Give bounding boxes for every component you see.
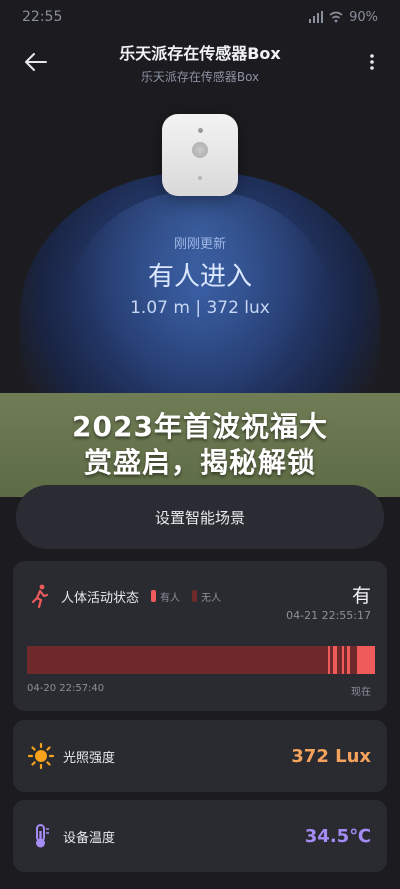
walking-person-icon (31, 584, 49, 609)
signal-icon (309, 11, 324, 23)
sensor-device-image (162, 114, 238, 196)
distance-lux-readout: 1.07 m | 372 lux (130, 298, 270, 318)
light-row: 光照强度 372 Lux (27, 720, 371, 792)
activity-timestamp: 04-21 22:55:17 (286, 609, 371, 622)
timeline-segment (333, 646, 337, 674)
battery-level: 90% (349, 9, 378, 25)
activity-timeline[interactable] (27, 646, 375, 674)
temperature-label: 设备温度 (63, 830, 116, 846)
device-led (198, 176, 202, 180)
legend-absent-swatch (192, 590, 198, 602)
thermometer-icon (36, 824, 49, 848)
banner-line-2: 赏盛启，揭秘解锁 (83, 446, 316, 479)
temperature-value: 34.5℃ (304, 825, 371, 847)
timeline-segment (342, 646, 344, 674)
page-subtitle: 乐天派存在传感器Box (140, 70, 260, 84)
sun-icon (27, 742, 55, 770)
sensor-hero: 刚刚更新 有人进入 1.07 m | 372 lux (0, 90, 400, 395)
light-value: 372 Lux (291, 745, 371, 767)
legend-absent-label: 无人 (201, 592, 222, 604)
smart-scene-button[interactable]: 设置智能场景 (16, 485, 384, 549)
wifi-icon (329, 11, 343, 23)
promo-banner[interactable]: 2023年首波祝福大 赏盛启，揭秘解锁 (0, 393, 400, 497)
timeline-end: 现在 (351, 687, 371, 698)
legend-present: 有人 (151, 589, 180, 604)
page-title: 乐天派存在传感器Box (119, 44, 281, 63)
timeline-segment (357, 646, 375, 674)
light-card[interactable]: 光照强度 372 Lux (13, 720, 387, 792)
app-header: 乐天派存在传感器Box 乐天派存在传感器Box (0, 34, 400, 90)
header-titles: 乐天派存在传感器Box 乐天派存在传感器Box (0, 40, 400, 85)
temperature-card[interactable]: 设备温度 34.5℃ (13, 800, 387, 872)
status-bar: 22:55 90% (0, 0, 400, 34)
activity-card[interactable]: 人体活动状态 有人 无人 有 04-21 22:55:17 04-20 22:5… (13, 561, 387, 711)
more-options-button[interactable] (362, 48, 382, 76)
smart-scene-label: 设置智能场景 (154, 508, 245, 527)
status-icons: 90% (309, 10, 378, 25)
legend-absent: 无人 (192, 589, 221, 604)
legend-present-label: 有人 (160, 592, 181, 604)
status-time: 22:55 (22, 9, 63, 25)
timeline-segment (328, 646, 330, 674)
timeline-start: 04-20 22:57:40 (27, 683, 105, 694)
more-vertical-icon (370, 54, 374, 70)
timeline-segment (347, 646, 350, 674)
banner-line-1: 2023年首波祝福大 (72, 410, 328, 443)
presence-state: 有人进入 (147, 262, 252, 292)
update-status: 刚刚更新 (173, 237, 226, 252)
device-lens (192, 142, 208, 158)
temperature-row: 设备温度 34.5℃ (27, 800, 371, 872)
activity-value: 有 (351, 585, 371, 607)
device-indicator (198, 128, 203, 133)
activity-header: 人体活动状态 有人 无人 (27, 583, 221, 609)
activity-label: 人体活动状态 (61, 590, 140, 606)
legend-present-swatch (151, 590, 157, 602)
light-label: 光照强度 (63, 750, 116, 766)
